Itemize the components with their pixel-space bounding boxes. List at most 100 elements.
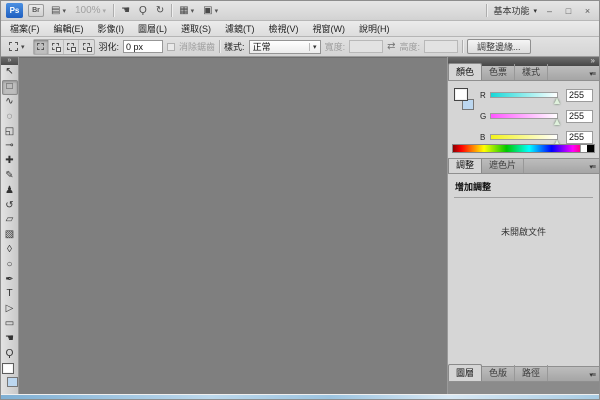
hand-tool-button[interactable]: ☚: [119, 4, 132, 17]
menu-item-1[interactable]: 檔案(F): [3, 21, 47, 36]
height-input[interactable]: [424, 40, 458, 53]
tool-preset-picker[interactable]: ▾: [5, 40, 29, 53]
menu-item-3[interactable]: 影像(I): [91, 21, 132, 36]
antialias-label: 消除鋸齒: [179, 40, 215, 53]
r-slider-thumb[interactable]: [554, 98, 560, 104]
layers-group-tab-1[interactable]: 圖層: [448, 364, 482, 381]
intersect-selection-button[interactable]: [79, 40, 94, 54]
background-color-swatch[interactable]: [7, 377, 18, 387]
maximize-button[interactable]: □: [562, 6, 575, 16]
color-group-tab-2[interactable]: 色票: [482, 64, 515, 80]
gradient-tool[interactable]: ▧: [2, 228, 18, 243]
tools-palette: » ↖□∿ ◌ ◱ ⊸ ✚ ✎ ♟ ↺ ▱ ▧◊○✒T▷▭ ☚ Ϙ: [1, 57, 19, 394]
menu-item-8[interactable]: 視窗(W): [306, 21, 353, 36]
width-input[interactable]: [349, 40, 383, 53]
application-bar: Ps Br ▤ ▾ 100% ▾ ☚ Ϙ ↻ ▦ ▾ ▣ ▾ 基本功能 ▾: [1, 1, 599, 21]
layers-group-tab-2[interactable]: 色版: [482, 365, 515, 381]
history-brush-tool[interactable]: ↺: [2, 198, 18, 213]
layers-group-tab-3[interactable]: 路徑: [515, 365, 548, 381]
type-tool[interactable]: T: [2, 287, 18, 302]
quick-selection-tool-icon: ◌: [7, 112, 13, 122]
eyedropper-tool-icon: ⊸: [5, 141, 13, 151]
brush-tool[interactable]: ✎: [2, 169, 18, 184]
b-value-input[interactable]: [566, 131, 593, 144]
photoshop-logo-icon: Ps: [6, 3, 23, 18]
workspace-switcher[interactable]: 基本功能 ▾: [493, 4, 537, 17]
move-tool[interactable]: ↖: [2, 65, 18, 80]
selection-mode-group: [33, 39, 95, 55]
g-slider-thumb[interactable]: [554, 119, 560, 125]
add-to-selection-button[interactable]: [49, 40, 64, 54]
separator: [113, 4, 114, 17]
rectangular-marquee-tool[interactable]: □: [2, 80, 18, 95]
zoom-tool[interactable]: Ϙ: [2, 346, 18, 361]
rotate-view-button[interactable]: ↻: [154, 4, 166, 17]
path-selection-tool[interactable]: ▷: [2, 302, 18, 317]
zoom-level-value: 100%: [75, 5, 101, 16]
zoom-level-control[interactable]: 100% ▾: [73, 4, 108, 17]
menu-item-9[interactable]: 說明(H): [352, 21, 397, 36]
hand-tool-icon: ☚: [5, 334, 14, 344]
magnifier-icon: Ϙ: [139, 5, 147, 16]
black-chip[interactable]: [587, 145, 594, 152]
screen-mode-button[interactable]: ▣ ▾: [201, 4, 220, 17]
g-value-input[interactable]: [566, 110, 593, 123]
g-slider-track[interactable]: [490, 113, 558, 119]
brush-tool-icon: ✎: [5, 171, 13, 181]
menu-item-2[interactable]: 編輯(E): [47, 21, 91, 36]
panel-dock: » 顏色色票樣式▾≡ RGB 調整遮色片▾≡ 增加調整: [447, 57, 599, 394]
zoom-tool-button[interactable]: Ϙ: [137, 4, 149, 17]
eraser-tool-icon: ▱: [6, 215, 14, 225]
refine-edge-button[interactable]: 調整邊緣...: [467, 39, 531, 54]
height-label: 高度:: [399, 40, 420, 53]
rectangle-tool[interactable]: ▭: [2, 317, 18, 332]
blur-tool[interactable]: ◊: [2, 243, 18, 258]
pen-tool[interactable]: ✒: [2, 272, 18, 287]
feather-input[interactable]: [123, 40, 163, 53]
chevron-down-icon: ▾: [309, 43, 317, 51]
layers-panel-menu-icon[interactable]: ▾≡: [589, 371, 599, 381]
view-extras-button[interactable]: ▤ ▾: [49, 4, 68, 17]
menu-item-7[interactable]: 檢視(V): [262, 21, 306, 36]
eyedropper-tool[interactable]: ⊸: [2, 139, 18, 154]
eraser-tool[interactable]: ▱: [2, 213, 18, 228]
quick-selection-tool[interactable]: ◌: [2, 109, 18, 124]
menu-item-5[interactable]: 選取(S): [174, 21, 218, 36]
new-selection-button[interactable]: [34, 40, 49, 54]
lasso-tool[interactable]: ∿: [2, 95, 18, 110]
arrange-documents-button[interactable]: ▦ ▾: [177, 4, 196, 17]
b-slider-track[interactable]: [490, 134, 558, 140]
menu-item-6[interactable]: 濾鏡(T): [218, 21, 262, 36]
hand-tool[interactable]: ☚: [2, 331, 18, 346]
close-button[interactable]: ×: [581, 6, 594, 16]
launch-bridge-button[interactable]: Br: [28, 4, 44, 17]
style-select[interactable]: 正常 ▾: [249, 40, 321, 54]
adjustments-group-tab-2[interactable]: 遮色片: [482, 157, 524, 173]
color-group-tab-1[interactable]: 顏色: [448, 63, 482, 80]
crop-tool[interactable]: ◱: [2, 124, 18, 139]
white-chip[interactable]: [580, 145, 587, 152]
color-panel-menu-icon[interactable]: ▾≡: [589, 70, 599, 80]
antialias-checkbox[interactable]: [167, 43, 175, 51]
adjustments-panel-menu-icon[interactable]: ▾≡: [589, 163, 599, 173]
color-spectrum-ramp[interactable]: [452, 144, 595, 153]
tools-collapse-button[interactable]: »: [1, 57, 18, 65]
r-slider-track[interactable]: [490, 92, 558, 98]
zoom-tool-icon: Ϙ: [6, 349, 14, 359]
foreground-color-swatch[interactable]: [2, 363, 14, 374]
channel-row-g: G: [480, 109, 593, 123]
foreground-color-swatch[interactable]: [454, 88, 468, 101]
dodge-tool[interactable]: ○: [2, 257, 18, 272]
clone-stamp-tool[interactable]: ♟: [2, 183, 18, 198]
spot-healing-brush-tool[interactable]: ✚: [2, 154, 18, 169]
menu-item-4[interactable]: 圖層(L): [131, 21, 174, 36]
marquee-icon: [9, 42, 18, 51]
color-group-tab-3[interactable]: 樣式: [515, 64, 548, 80]
swap-dimensions-icon[interactable]: ⇄: [387, 41, 395, 52]
screen-mode-icon: ▣: [203, 5, 212, 16]
subtract-from-selection-button[interactable]: [64, 40, 79, 54]
minimize-button[interactable]: –: [543, 6, 556, 16]
clone-stamp-tool-icon: ♟: [5, 186, 14, 196]
layers-panel: [448, 382, 599, 394]
r-value-input[interactable]: [566, 89, 593, 102]
